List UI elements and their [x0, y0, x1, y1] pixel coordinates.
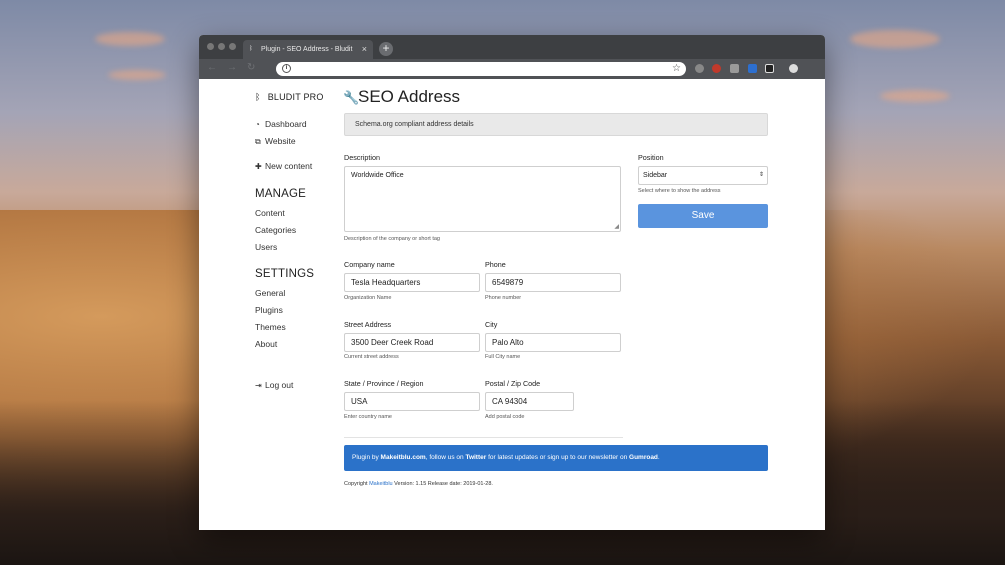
city-label: City [485, 320, 498, 329]
banner-text: for latest updates or sign up to our new… [486, 454, 630, 461]
sidebar-item-label: Dashboard [265, 119, 307, 129]
resize-grip-icon[interactable]: ◢ [614, 223, 619, 230]
close-window-button[interactable] [207, 43, 214, 50]
sidebar-item-website[interactable]: ⧉ Website [255, 136, 296, 147]
extension-icon[interactable] [695, 64, 704, 73]
copyright-rest: Version: 1.15 Release date: 2019-01-28. [392, 481, 493, 487]
sidebar-item-content[interactable]: Content [255, 208, 285, 218]
plugin-banner: Plugin by Makeitblu.com, follow us on Tw… [344, 445, 768, 471]
postal-input[interactable]: CA 94304 [485, 392, 574, 411]
position-hint: Select where to show the address [638, 188, 721, 194]
browser-window: ᛒ Plugin - SEO Address - Bludit × + ← → … [199, 35, 825, 530]
banner-end: . [657, 454, 660, 461]
copyright: Copyright Makeitblu Version: 1.15 Releas… [344, 481, 493, 487]
copyright-prefix: Copyright [344, 481, 370, 487]
street-label: Street Address [344, 320, 392, 329]
extension-icon[interactable] [748, 64, 757, 73]
sidebar-item-users[interactable]: Users [255, 242, 277, 252]
sidebar-item-logout[interactable]: ⇥ Log out [255, 380, 293, 390]
browser-toolbar: ← → ↻ i ☆ [199, 59, 825, 79]
description-textarea[interactable]: Worldwide Office ◢ [344, 166, 621, 232]
sidebar-item-new-content[interactable]: ✚ New content [255, 161, 312, 171]
page-title-text: SEO Address [358, 87, 461, 106]
settings-heading: SETTINGS [255, 268, 315, 280]
manage-heading: MANAGE [255, 188, 307, 200]
sidebar-item-about[interactable]: About [255, 339, 277, 349]
sidebar-item-themes[interactable]: Themes [255, 322, 286, 332]
sidebar-item-dashboard[interactable]: ◔ Dashboard [255, 119, 307, 129]
plus-icon: ✚ [255, 162, 262, 171]
city-input[interactable]: Palo Alto [485, 333, 621, 352]
notice-bar: Schema.org compliant address details [344, 113, 768, 136]
sidebar-item-general[interactable]: General [255, 288, 285, 298]
save-button[interactable]: Save [638, 204, 768, 228]
browser-tab[interactable]: ᛒ Plugin - SEO Address - Bludit × [243, 40, 373, 59]
description-value: Worldwide Office [351, 172, 404, 179]
makeitblu-link[interactable]: Makeitblu.com [381, 454, 426, 461]
back-icon[interactable]: ← [207, 62, 217, 73]
postal-hint: Add postal code [485, 414, 525, 420]
position-selected: Sidebar [643, 172, 668, 179]
phone-label: Phone [485, 260, 506, 269]
extension-icon[interactable] [712, 64, 721, 73]
banner-prefix: Plugin by [352, 454, 381, 461]
star-icon[interactable]: ☆ [672, 62, 681, 76]
brand-name: BLUDIT PRO [267, 92, 324, 102]
minimize-window-button[interactable] [218, 43, 225, 50]
external-link-icon: ⧉ [255, 137, 261, 146]
street-hint: Current street address [344, 354, 399, 360]
new-tab-button[interactable]: + [379, 42, 393, 56]
banner-text: , follow us on [425, 454, 466, 461]
dashboard-icon: ◔ [255, 120, 260, 129]
info-icon[interactable]: i [282, 64, 291, 73]
sidebar-item-plugins[interactable]: Plugins [255, 305, 283, 315]
description-label: Description [344, 153, 380, 162]
admin-page: ᛒ BLUDIT PRO ◔ Dashboard ⧉ Website ✚ New co… [199, 79, 825, 530]
sidebar-item-label: Log out [265, 380, 294, 390]
wallpaper-cloud [95, 32, 165, 46]
state-input[interactable]: USA [344, 392, 480, 411]
street-input[interactable]: 3500 Deer Creek Road [344, 333, 480, 352]
browser-titlebar: ᛒ Plugin - SEO Address - Bludit × + [199, 35, 825, 59]
position-select[interactable]: Sidebar ⇕ [638, 166, 768, 185]
brand[interactable]: ᛒ BLUDIT PRO [255, 92, 324, 102]
select-arrows-icon: ⇕ [758, 172, 764, 178]
company-label: Company name [344, 260, 395, 269]
twitter-link[interactable]: Twitter [465, 454, 486, 461]
phone-input[interactable]: 6549879 [485, 273, 621, 292]
wrench-icon: 🔧 [343, 90, 360, 105]
postal-label: Postal / Zip Code [485, 379, 541, 388]
extension-icon[interactable] [730, 64, 739, 73]
reload-icon[interactable]: ↻ [247, 62, 255, 73]
city-hint: Full City name [485, 354, 521, 360]
sidebar-item-label: Website [265, 136, 296, 146]
profile-avatar[interactable] [789, 64, 798, 73]
page-title: 🔧SEO Address [343, 87, 460, 107]
wallpaper-cloud [108, 70, 166, 80]
address-bar[interactable]: i ☆ [276, 62, 686, 76]
tab-title: Plugin - SEO Address - Bludit [261, 46, 353, 53]
bludit-favicon-icon: ᛒ [249, 46, 253, 52]
company-input[interactable]: Tesla Headquarters [344, 273, 480, 292]
maximize-window-button[interactable] [229, 43, 236, 50]
sidebar-item-label: New content [265, 161, 313, 171]
gumroad-link[interactable]: Gumroad [629, 454, 658, 461]
extension-icon[interactable] [765, 64, 774, 73]
forward-icon[interactable]: → [227, 62, 237, 73]
logout-icon: ⇥ [255, 381, 262, 390]
state-hint: Enter country name [344, 414, 392, 420]
wallpaper-cloud [880, 90, 950, 102]
close-tab-icon[interactable]: × [362, 40, 367, 59]
phone-hint: Phone number [485, 295, 522, 301]
divider [344, 437, 623, 438]
bludit-logo-icon: ᛒ [255, 92, 261, 102]
copyright-link[interactable]: Makeitblu [369, 481, 393, 487]
sidebar-item-categories[interactable]: Categories [255, 225, 296, 235]
wallpaper-cloud [850, 30, 940, 48]
position-label: Position [638, 153, 664, 162]
description-hint: Description of the company or short tag [344, 236, 440, 242]
state-label: State / Province / Region [344, 379, 424, 388]
company-hint: Organization Name [344, 295, 392, 301]
